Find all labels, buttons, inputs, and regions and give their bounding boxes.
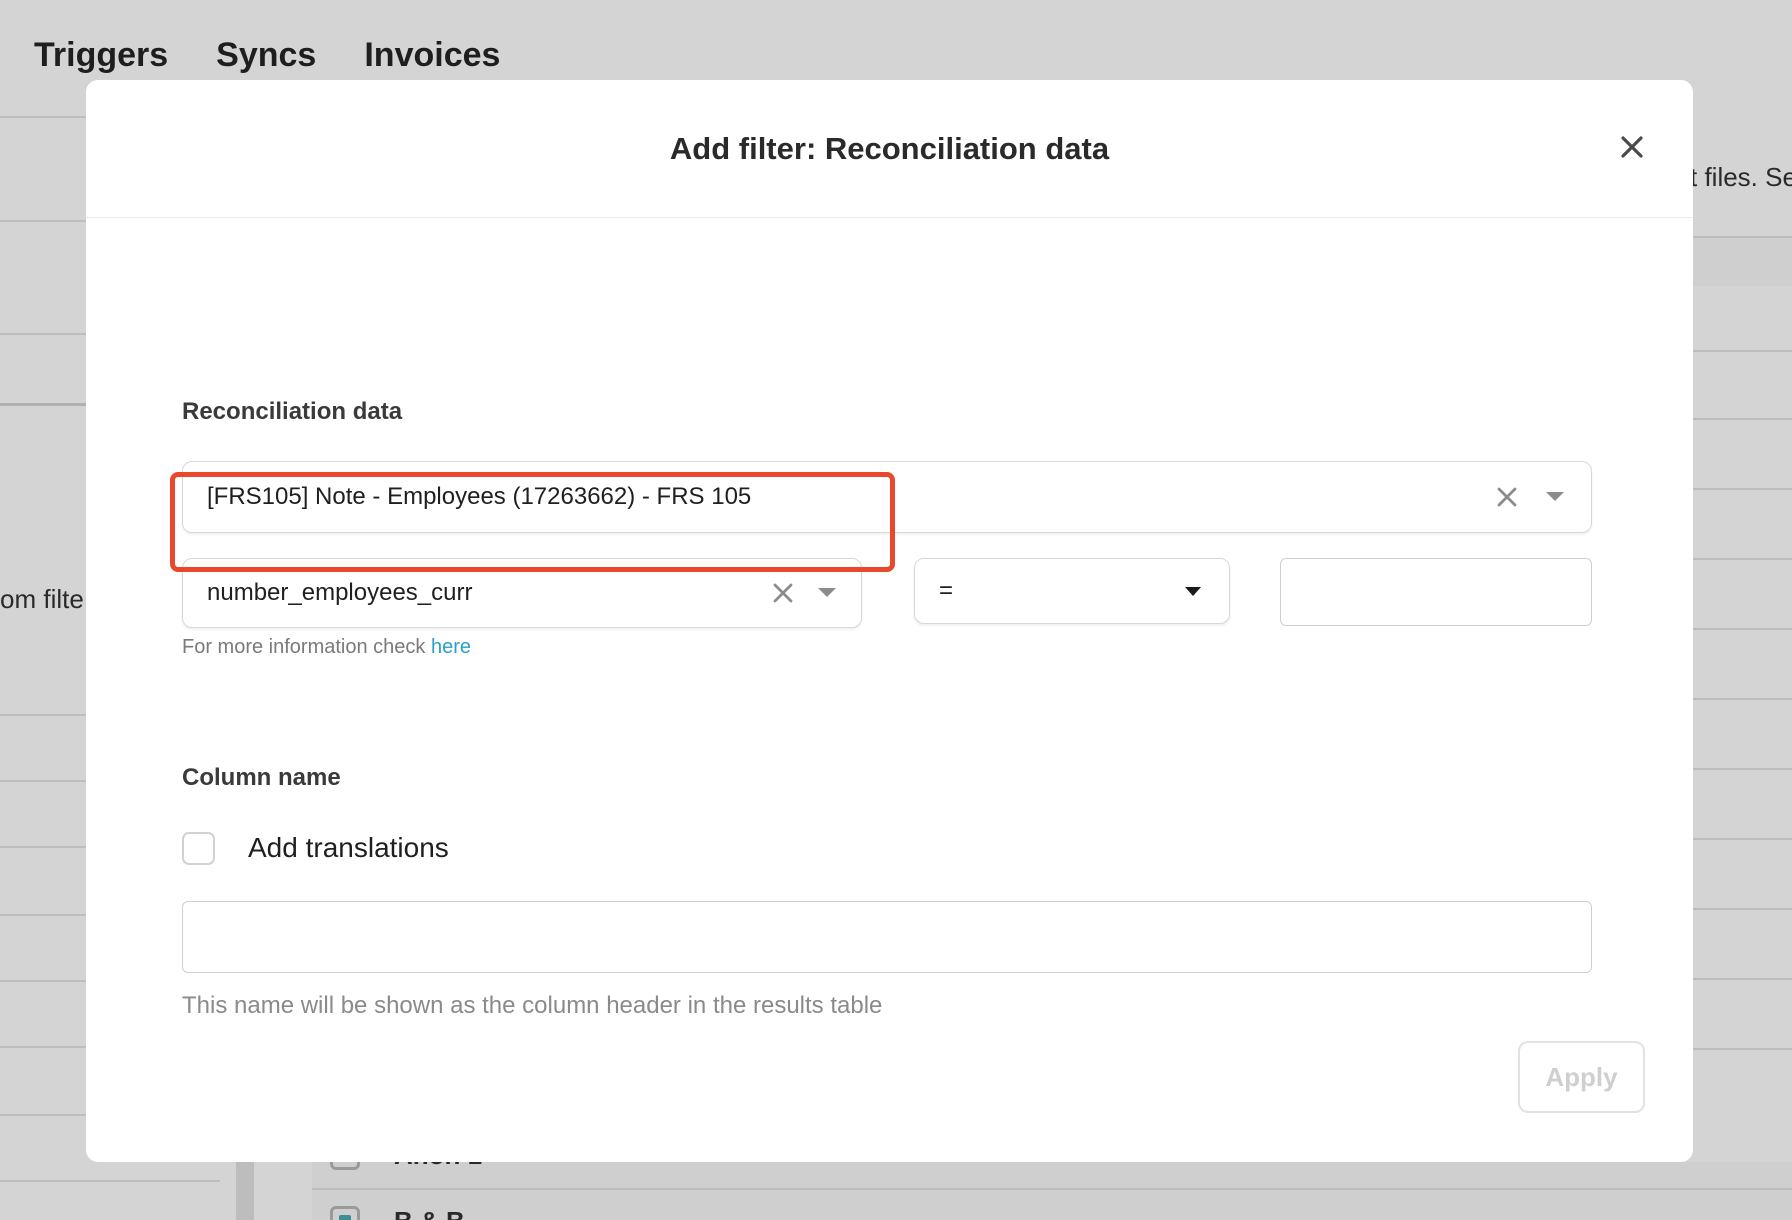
apply-button[interactable]: Apply [1518,1041,1645,1113]
chevron-down-icon[interactable] [807,573,847,613]
divider [1693,418,1792,420]
divider [0,1180,220,1182]
divider [0,714,86,716]
modal-title: Add filter: Reconciliation data [669,130,1110,166]
divider [0,116,86,118]
partial-text-right: t files. Sel [1690,162,1792,192]
help-text-prefix: For more information check [182,636,431,658]
help-link[interactable]: here [431,636,471,658]
divider [1693,488,1792,490]
divider [1693,978,1792,980]
divider [312,1188,1792,1190]
divider [1693,768,1792,770]
divider [0,220,86,222]
divider [0,980,86,982]
divider [1693,698,1792,700]
divider [0,333,86,335]
divider [1693,628,1792,630]
divider [0,1114,86,1116]
add-filter-modal: Add filter: Reconciliation data Reconcil… [86,80,1693,1162]
close-icon [1621,136,1643,158]
divider [0,914,86,916]
field-select-value: number_employees_curr [207,579,473,606]
close-button[interactable] [1617,132,1647,162]
filter-value-input[interactable] [1280,558,1592,626]
divider [1693,350,1792,352]
divider [1693,908,1792,910]
operator-select-value: = [939,577,954,604]
divider [0,1046,86,1048]
clear-icon[interactable] [763,573,803,613]
add-translations-label: Add translations [248,832,449,863]
scroll-track [236,1162,254,1220]
divider [1693,558,1792,560]
divider [0,780,86,782]
divider [0,846,86,848]
highlight-box [170,472,895,572]
column-name-hint: This name will be shown as the column he… [182,992,883,1019]
caret-down-icon[interactable] [1173,571,1213,611]
column-name-label: Column name [182,764,341,791]
nav-item-syncs: Syncs [216,36,317,74]
operator-select[interactable]: = [914,558,1230,624]
background-panel [312,1162,1792,1220]
reconciliation-data-label: Reconciliation data [182,398,403,425]
nav-item-triggers: Triggers [34,36,169,74]
clear-icon[interactable] [1487,477,1527,517]
partial-text-left: om filte [0,584,84,614]
divider [1693,1048,1792,1050]
background-checkbox [330,1206,360,1220]
background-row-label: B & B [394,1206,465,1220]
chevron-down-icon[interactable] [1535,477,1575,517]
background-panel [1693,238,1792,286]
divider [0,403,86,406]
nav-item-invoices: Invoices [364,36,501,74]
top-nav: Triggers Syncs Invoices [34,36,500,75]
help-text: For more information check here [182,636,471,659]
add-translations-checkbox[interactable] [182,832,215,865]
divider [1693,838,1792,840]
column-name-input[interactable] [182,901,1592,973]
modal-header: Add filter: Reconciliation data [86,80,1693,218]
divider [1693,236,1792,238]
